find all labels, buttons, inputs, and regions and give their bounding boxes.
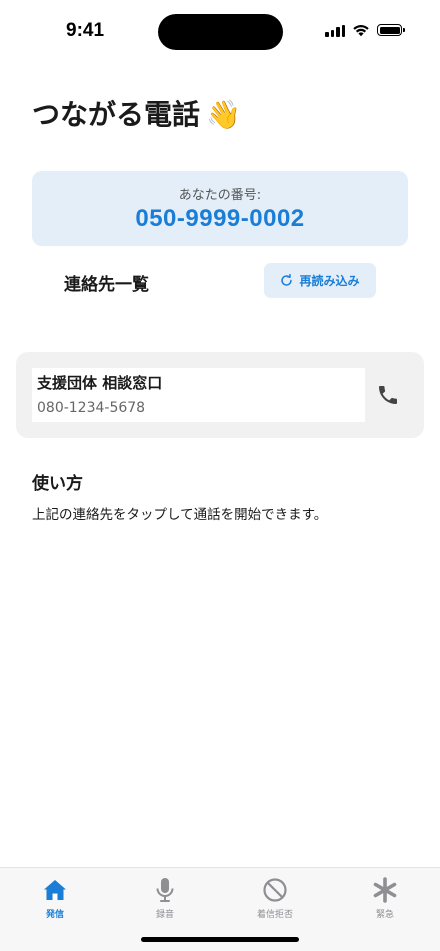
usage-text: 上記の連絡先をタップして通話を開始できます。 bbox=[32, 507, 328, 523]
contact-card[interactable]: 支援団体 相談窓口 080-1234-5678 bbox=[16, 352, 424, 438]
tab-block[interactable]: 着信拒否 bbox=[220, 876, 330, 928]
dynamic-island bbox=[158, 14, 283, 50]
phone-icon bbox=[379, 386, 397, 404]
status-icons bbox=[325, 23, 405, 37]
call-button[interactable] bbox=[374, 381, 402, 409]
reload-button[interactable]: 再読み込み bbox=[264, 263, 376, 298]
block-icon bbox=[262, 876, 288, 904]
usage-heading: 使い方 bbox=[32, 474, 83, 494]
asterisk-icon bbox=[372, 876, 398, 904]
my-number-label: あなたの番号: bbox=[178, 188, 262, 203]
my-number-card: あなたの番号: 050-9999-0002 bbox=[32, 171, 408, 246]
home-indicator bbox=[141, 937, 299, 942]
my-number-value: 050-9999-0002 bbox=[135, 205, 305, 232]
tab-label: 緊急 bbox=[375, 910, 394, 920]
home-icon bbox=[42, 876, 68, 904]
microphone-icon bbox=[155, 876, 175, 904]
contact-info[interactable]: 支援団体 相談窓口 080-1234-5678 bbox=[32, 368, 365, 422]
tab-label: 録音 bbox=[155, 910, 174, 920]
tab-label: 着信拒否 bbox=[256, 910, 293, 920]
battery-icon bbox=[377, 24, 405, 36]
cellular-signal-icon bbox=[325, 23, 345, 37]
reload-button-label: 再読み込み bbox=[299, 274, 360, 288]
refresh-icon bbox=[281, 274, 293, 286]
page-title: つながる電話 👋 bbox=[32, 93, 241, 133]
tab-emergency[interactable]: 緊急 bbox=[330, 876, 440, 928]
status-bar: 9:41 bbox=[0, 0, 440, 64]
app-title-text: つながる電話 bbox=[32, 98, 201, 131]
contact-name: 支援団体 相談窓口 bbox=[37, 374, 163, 392]
waving-hand-icon: 👋 bbox=[206, 98, 241, 131]
status-time: 9:41 bbox=[66, 20, 105, 41]
wifi-icon bbox=[353, 25, 369, 37]
contacts-heading: 連絡先一覧 bbox=[64, 275, 149, 295]
tab-label: 発信 bbox=[45, 910, 64, 920]
tab-record[interactable]: 録音 bbox=[110, 876, 220, 928]
tab-dial[interactable]: 発信 bbox=[0, 876, 110, 928]
contact-phone: 080-1234-5678 bbox=[37, 400, 146, 416]
